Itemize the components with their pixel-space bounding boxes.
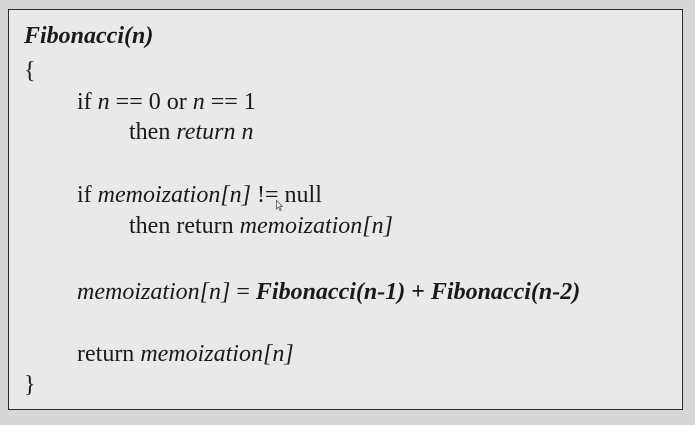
mouse-cursor-icon [276,200,283,211]
if-base-case-line: if n == 0 or n == 1 [77,88,256,116]
condition-text: == 1 [204,89,256,115]
keyword-if: if [77,89,98,115]
fibonacci-call-n-1: Fibonacci(n-1) [255,279,406,305]
plus-sign: + [405,279,431,305]
condition-text: != null [251,182,322,208]
keyword-if: if [77,182,98,208]
return-memo-line: return memoization[n] [77,340,294,368]
close-brace: } [24,372,36,398]
fibonacci-call-n-2: Fibonacci(n-2) [430,279,581,305]
then-return-memo-line: then return memoization[n] [129,212,393,240]
keyword-return: return [77,341,141,367]
keyword-then: then [129,119,177,145]
if-memo-check-line: if memoization[n] != null [77,181,322,209]
function-signature: Fibonacci(n) [24,23,154,49]
memoization-ref: memoization[n] [239,213,393,239]
var-n: n [192,89,205,115]
open-brace: { [24,58,36,84]
return-n: return n [176,119,254,145]
condition-text: == 0 or [109,89,193,115]
slide: Fibonacci(n) { if n == 0 or n == 1 then … [0,0,695,425]
memoization-ref: memoization[n] [77,279,231,305]
var-n: n [97,89,110,115]
assignment-line: memoization[n] = Fibonacci(n-1) + Fibona… [77,278,580,306]
memoization-ref: memoization[n] [97,182,252,208]
memoization-ref: memoization[n] [140,341,294,367]
equals-sign: = [230,279,256,305]
keyword-then-return: then return [129,213,240,239]
then-return-n-line: then return n [129,118,253,146]
